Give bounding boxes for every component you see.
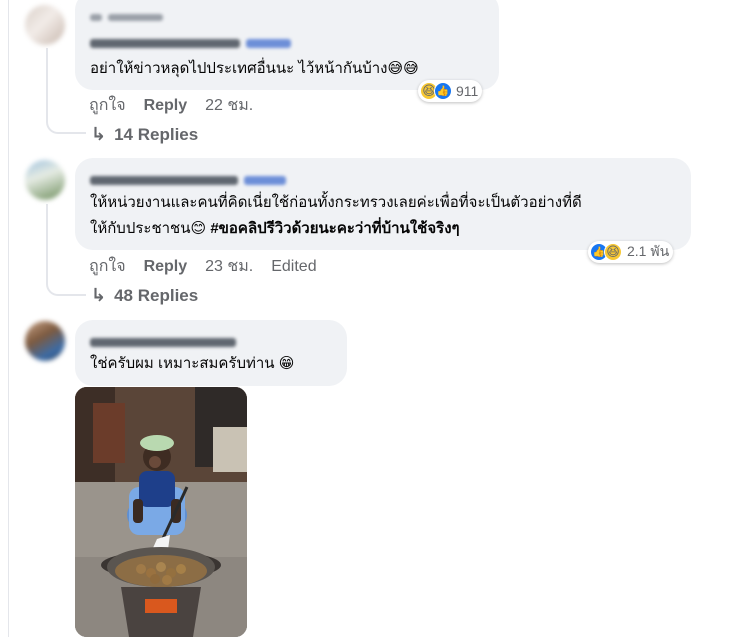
commenter-name-blurred[interactable]: [90, 39, 291, 48]
comment-text-line-2: ให้กับประชาชน😊 #ขอคลิปรีวิวด้วยนะคะว่าที…: [90, 218, 460, 240]
view-replies-button[interactable]: ↳ 14 Replies: [91, 124, 198, 145]
commenter-name-blurred[interactable]: [90, 338, 236, 347]
replies-count: 14 Replies: [114, 124, 199, 144]
comment-bubble: ให้หน่วยงานและคนที่คิดเนี่ยใช้ก่อนทั้งกร…: [75, 158, 691, 250]
comment-bubble: ใช่ครับผม เหมาะสมครับท่าน 😁: [75, 320, 347, 386]
reaction-summary[interactable]: 👍 😆 2.1 พัน: [588, 241, 674, 263]
comment-bubble: อย่าให้ข่าวหลุดไปประเทศอื่นนะ ไว้หน้ากัน…: [75, 0, 499, 90]
like-action[interactable]: ถูกใจ: [89, 93, 126, 118]
comment-actions: ถูกใจ Reply 22 ชม.: [89, 93, 271, 118]
reply-action[interactable]: Reply: [144, 258, 188, 276]
reply-arrow-icon: ↳: [91, 285, 107, 305]
replies-count: 48 Replies: [114, 285, 199, 305]
view-replies-button[interactable]: ↳ 48 Replies: [91, 285, 198, 306]
comment-actions: ถูกใจ Reply 23 ชม. Edited: [89, 254, 335, 279]
comment-text-plain: ให้กับประชาชน😊: [90, 220, 207, 237]
reaction-count: 2.1 พัน: [627, 243, 670, 259]
hashtag-link[interactable]: #ขอคลิปรีวิวด้วยนะคะว่าที่บ้านใช้จริงๆ: [210, 220, 459, 237]
edited-label: Edited: [271, 257, 317, 275]
like-action[interactable]: ถูกใจ: [89, 254, 126, 279]
comment-photo[interactable]: [75, 387, 247, 637]
avatar[interactable]: [25, 160, 65, 200]
comment-timestamp[interactable]: 23 ชม.: [205, 254, 253, 279]
avatar[interactable]: [25, 321, 65, 361]
commenter-name-blurred[interactable]: [90, 176, 286, 185]
comment-text: อย่าให้ข่าวหลุดไปประเทศอื่นนะ ไว้หน้ากัน…: [90, 60, 419, 77]
comment-text-line-1: ให้หน่วยงานและคนที่คิดเนี่ยใช้ก่อนทั้งกร…: [90, 194, 582, 211]
comment-top-line-blurred: [90, 14, 163, 21]
avatar[interactable]: [25, 5, 65, 45]
reaction-summary[interactable]: 😆 👍 911: [418, 80, 483, 102]
like-icon: 👍: [434, 82, 452, 100]
monkey-cooking-photo: [75, 387, 247, 637]
comment-timestamp[interactable]: 22 ชม.: [205, 93, 253, 118]
reply-arrow-icon: ↳: [91, 124, 107, 144]
comment-text: ใช่ครับผม เหมาะสมครับท่าน 😁: [90, 355, 295, 372]
reply-action[interactable]: Reply: [144, 97, 188, 115]
haha-emoji: 😆: [604, 243, 622, 261]
thread-edge-line: [8, 0, 9, 637]
reaction-count: 911: [456, 83, 479, 99]
